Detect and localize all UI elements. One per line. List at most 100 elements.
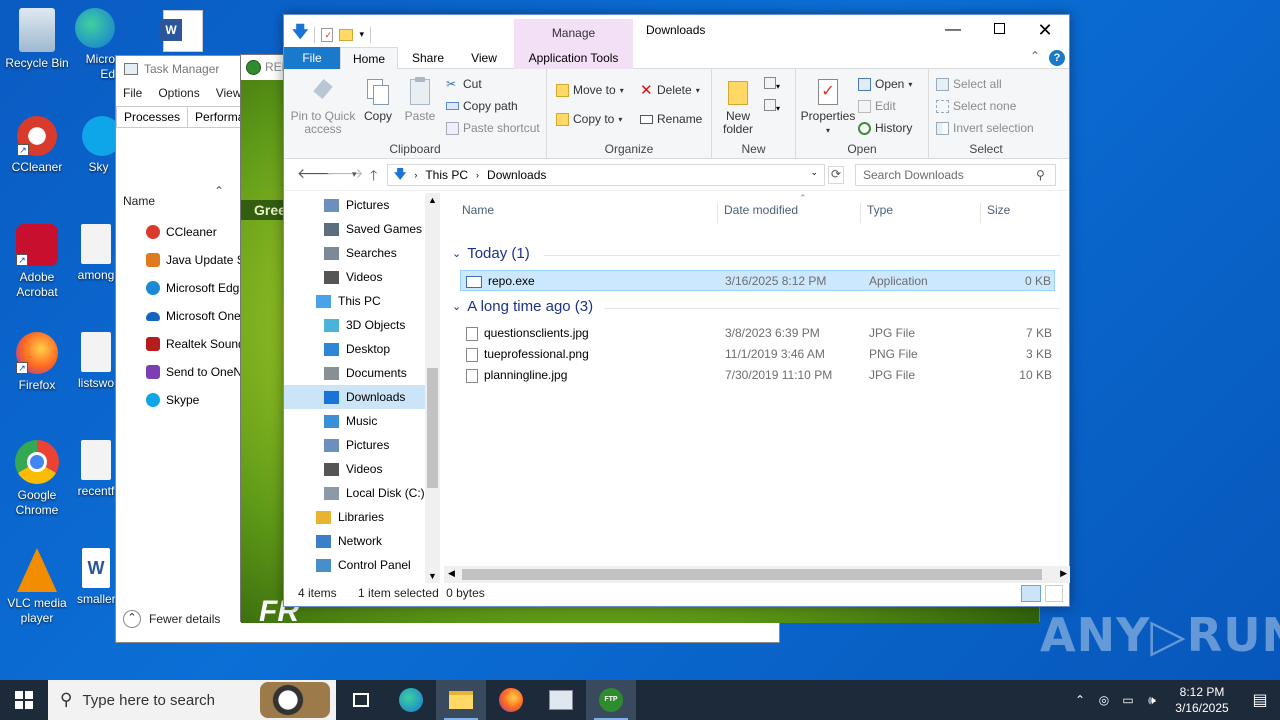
nav-item-documents[interactable]: Documents xyxy=(284,361,440,385)
fewer-details-button[interactable]: ⌃ Fewer details xyxy=(123,610,220,628)
maximize-button[interactable] xyxy=(976,15,1022,45)
column-name[interactable]: Name xyxy=(123,194,155,208)
scroll-left-icon[interactable]: ◀ xyxy=(448,568,455,579)
task-view-button[interactable] xyxy=(336,680,386,720)
properties-icon[interactable]: ✓ xyxy=(321,27,334,42)
menu-view[interactable]: View xyxy=(216,82,242,104)
easy-access-button[interactable]: ▾ xyxy=(764,99,786,113)
tab-home[interactable]: Home xyxy=(340,47,398,69)
group-header-long-ago[interactable]: ⌄ A long time ago (3) xyxy=(452,298,593,315)
security-icon[interactable]: ◎ xyxy=(1092,693,1116,707)
taskbar-file-explorer[interactable] xyxy=(436,680,486,720)
tab-share[interactable]: Share xyxy=(402,47,454,69)
tab-application-tools[interactable]: Application Tools xyxy=(514,47,633,69)
list-item[interactable]: Send to OneN xyxy=(146,358,251,386)
nav-item-pictures[interactable]: Pictures xyxy=(284,193,440,217)
clock[interactable]: 8:12 PM 3/16/2025 xyxy=(1164,684,1240,716)
delete-button[interactable]: ✕ Delete ▾ xyxy=(640,83,700,98)
taskbar-task-manager[interactable] xyxy=(536,680,586,720)
list-item[interactable]: Microsoft One xyxy=(146,302,251,330)
qat-dropdown-icon[interactable]: ▾ xyxy=(359,29,364,40)
paste-shortcut-button[interactable]: Paste shortcut xyxy=(446,121,540,135)
invert-selection-button[interactable]: Invert selection xyxy=(936,121,1034,135)
tab-view[interactable]: View xyxy=(456,47,512,69)
menu-options[interactable]: Options xyxy=(158,82,199,104)
large-icons-view-button[interactable] xyxy=(1045,585,1063,602)
nav-item-searches[interactable]: Searches xyxy=(284,241,440,265)
refresh-button[interactable]: ⟳ xyxy=(828,166,844,184)
file-row[interactable]: repo.exe 3/16/2025 8:12 PM Application 0… xyxy=(460,270,1055,291)
move-to-button[interactable]: Move to ▾ xyxy=(556,83,624,97)
ribbon-collapse-icon[interactable]: ⌃ xyxy=(1030,49,1040,63)
sort-chevron-icon[interactable]: ⌃ xyxy=(214,184,224,198)
column-header-size[interactable]: Size xyxy=(980,203,1010,223)
desktop-icon-listswo[interactable]: listswo xyxy=(77,332,115,391)
desktop-icon-skype[interactable]: Sky xyxy=(82,116,115,175)
copy-path-button[interactable]: Copy path xyxy=(446,99,518,113)
taskbar-firefox[interactable] xyxy=(486,680,536,720)
rename-button[interactable]: Rename xyxy=(640,112,702,126)
list-item[interactable]: Java Update Sc xyxy=(146,246,251,274)
forward-button[interactable]: 🡒 xyxy=(326,165,364,182)
list-item[interactable]: Skype xyxy=(146,386,251,414)
notifications-icon[interactable]: ▤ xyxy=(1240,690,1280,710)
volume-icon[interactable]: 🕪 xyxy=(1140,693,1164,708)
cut-button[interactable]: ✂ Cut xyxy=(446,77,482,91)
nav-item-pictures[interactable]: Pictures xyxy=(284,433,440,457)
file-row[interactable]: planningline.jpg 7/30/2019 11:10 PM JPG … xyxy=(460,365,1055,386)
desktop-icon-ccleaner[interactable]: ↗ CCleaner xyxy=(1,116,73,175)
nav-scrollbar[interactable]: ▲ ▼ xyxy=(425,193,440,583)
address-box[interactable]: 🡇 › This PC › Downloads ⌄ xyxy=(387,164,825,186)
taskbar-ftp-app[interactable]: FTP xyxy=(586,680,636,720)
list-item[interactable]: Microsoft Edg xyxy=(146,274,251,302)
edit-button[interactable]: Edit xyxy=(858,99,896,113)
pin-quick-access-button[interactable]: Pin to Quick access xyxy=(290,77,356,136)
desktop-icon-vlc[interactable]: VLC media player xyxy=(1,548,73,626)
nav-item-control-panel[interactable]: Control Panel xyxy=(284,553,440,577)
menu-file[interactable]: File xyxy=(123,82,142,104)
start-button[interactable] xyxy=(0,680,48,720)
breadcrumb-this-pc[interactable]: This PC xyxy=(425,168,468,182)
list-item[interactable]: CCleaner xyxy=(146,218,251,246)
nav-item-desktop[interactable]: Desktop xyxy=(284,337,440,361)
breadcrumb-downloads[interactable]: Downloads xyxy=(487,168,546,182)
properties-button[interactable]: ✓ Properties ▾ xyxy=(800,77,856,137)
desktop-icon-among[interactable]: among xyxy=(77,224,115,283)
select-all-button[interactable]: Select all xyxy=(936,77,1002,91)
column-header-type[interactable]: Type xyxy=(860,203,893,223)
desktop-icon-recentf[interactable]: recentf xyxy=(77,440,115,499)
new-item-button[interactable]: ▾ xyxy=(764,77,786,91)
file-row[interactable]: tueprofessional.png 11/1/2019 3:46 AM PN… xyxy=(460,344,1055,365)
group-header-today[interactable]: ⌄ Today (1) xyxy=(452,245,530,262)
column-header-name[interactable]: Name xyxy=(456,203,494,223)
new-folder-icon[interactable] xyxy=(339,28,354,41)
desktop-icon-recycle-bin[interactable]: Recycle Bin xyxy=(1,8,73,71)
nav-item-local-disk-c[interactable]: Local Disk (C:) xyxy=(284,481,440,505)
nav-item-videos[interactable]: Videos xyxy=(284,457,440,481)
nav-item-videos[interactable]: Videos xyxy=(284,265,440,289)
word-doc-icon[interactable]: W xyxy=(160,10,203,52)
copy-to-button[interactable]: Copy to ▾ xyxy=(556,112,622,126)
list-scroll-thumb[interactable] xyxy=(462,569,1042,580)
column-header-date[interactable]: Date modified xyxy=(717,203,798,223)
show-hidden-icons[interactable]: ⌃ xyxy=(1068,693,1092,707)
explorer-titlebar[interactable]: 🡇 ✓ ▾ Manage Downloads — ✕ xyxy=(284,15,1069,47)
select-none-button[interactable]: Select none xyxy=(936,99,1016,113)
close-button[interactable]: ✕ xyxy=(1022,15,1068,45)
details-view-button[interactable] xyxy=(1021,585,1041,602)
network-icon[interactable]: ▭ xyxy=(1116,693,1140,707)
file-explorer-window[interactable]: 🡇 ✓ ▾ Manage Downloads — ✕ File Home Sha… xyxy=(283,14,1070,607)
search-input[interactable]: Search Downloads xyxy=(855,164,1056,186)
desktop-icon-smaller[interactable]: W smaller xyxy=(77,548,115,607)
nav-item-this-pc[interactable]: This PC xyxy=(284,289,440,313)
nav-item-libraries[interactable]: Libraries xyxy=(284,505,440,529)
desktop-icon-edge[interactable]: Micro Ed xyxy=(75,8,115,82)
history-button[interactable]: History xyxy=(858,121,912,135)
downloads-arrow-icon[interactable]: 🡇 xyxy=(292,21,308,48)
file-row[interactable]: questionsclients.jpg 3/8/2023 6:39 PM JP… xyxy=(460,323,1055,344)
scroll-right-icon[interactable]: ▶ xyxy=(1060,568,1067,579)
new-folder-button[interactable]: New folder xyxy=(718,77,758,136)
copy-button[interactable]: Copy xyxy=(360,77,396,123)
taskbar-search[interactable]: ⚲ Type here to search xyxy=(48,680,336,720)
nav-item-downloads[interactable]: Downloads xyxy=(284,385,440,409)
